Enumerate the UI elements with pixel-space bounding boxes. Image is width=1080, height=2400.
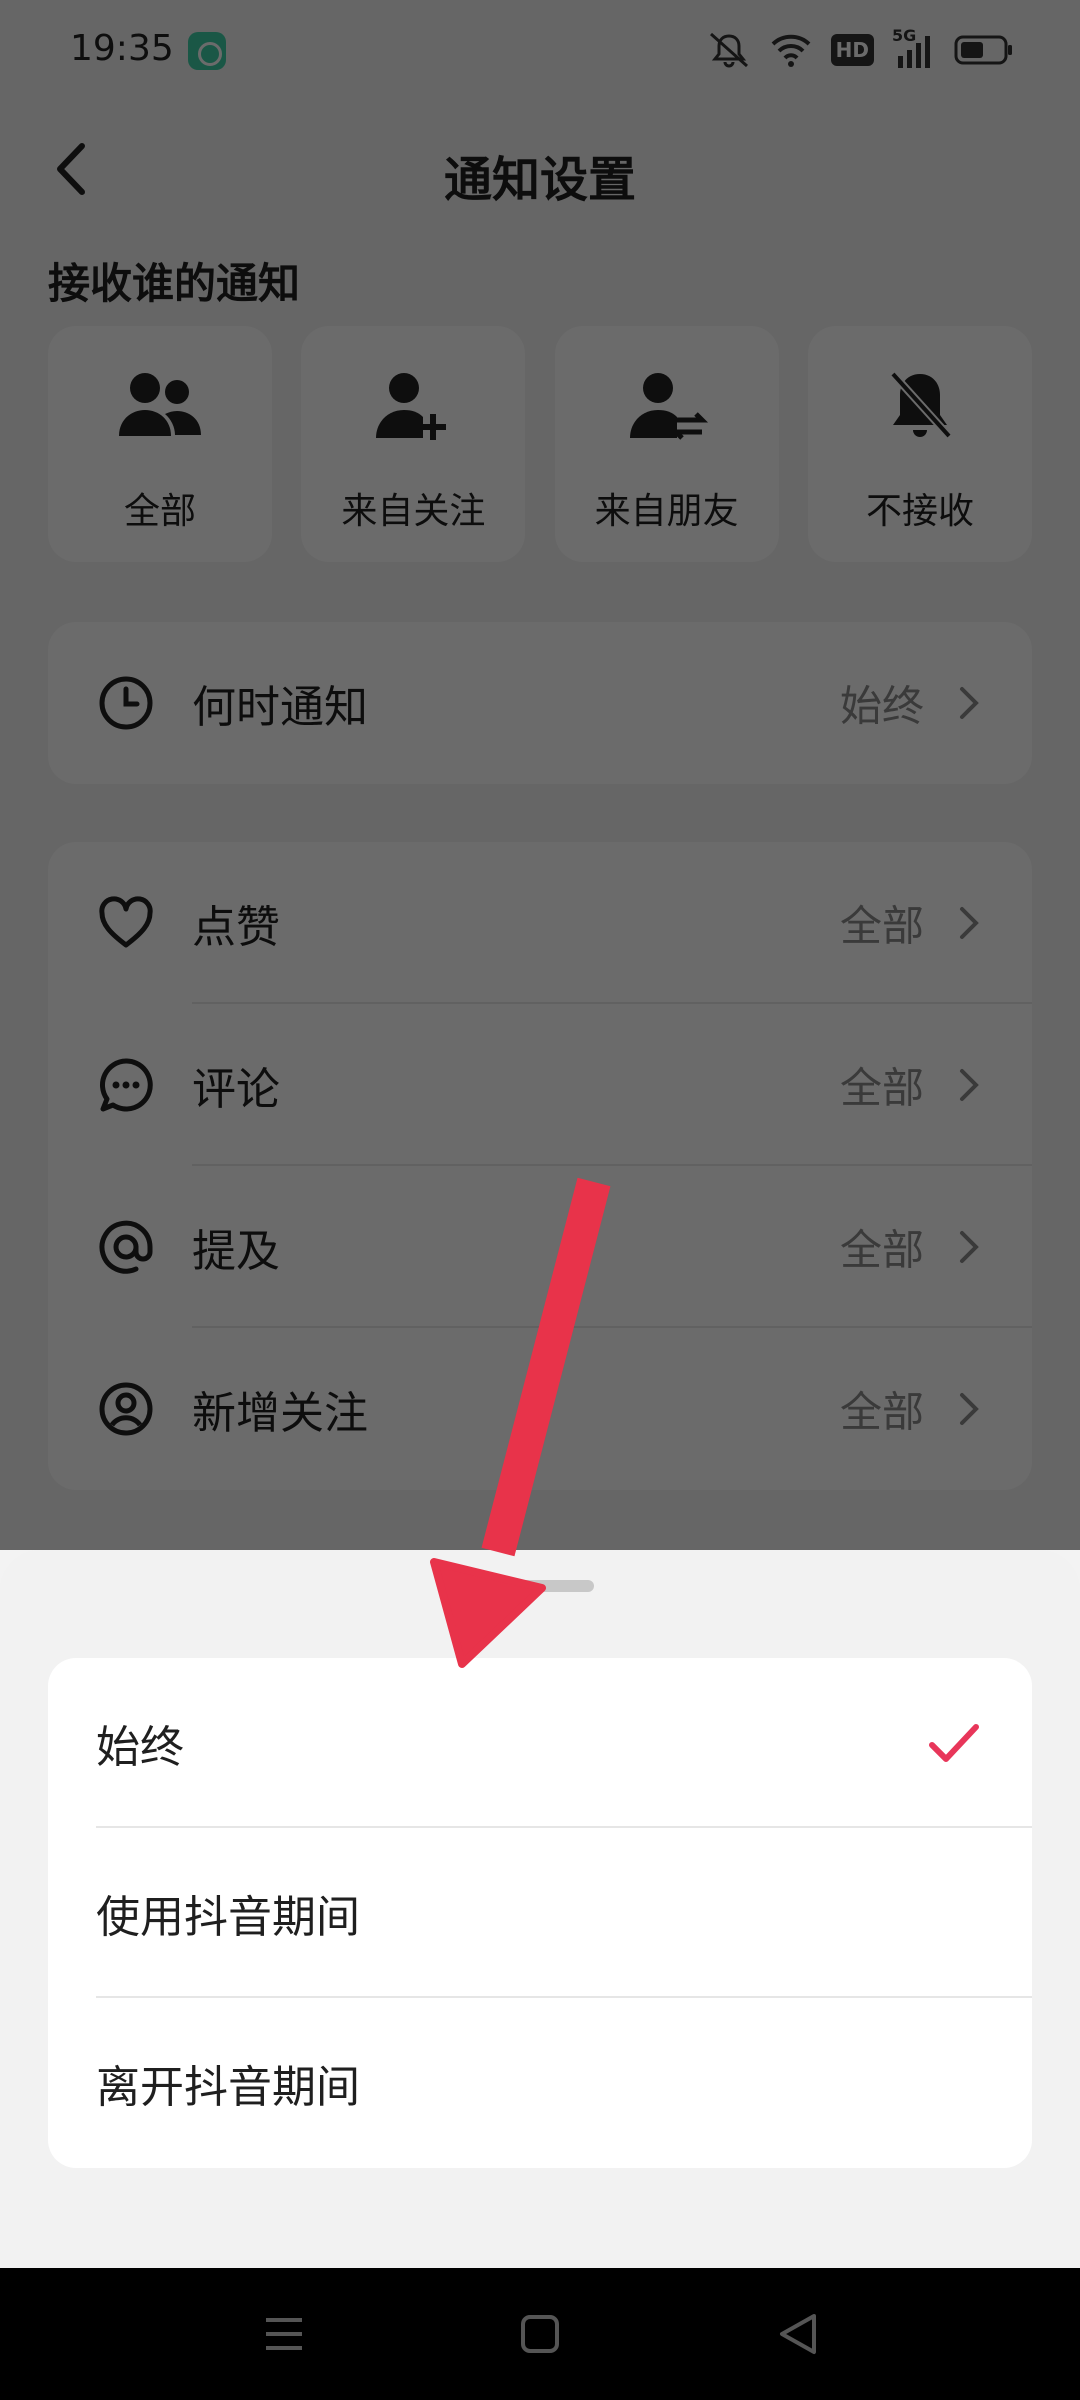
- header: 通知设置: [0, 120, 1080, 220]
- chevron-right-icon: [960, 1393, 979, 1425]
- option-while-away[interactable]: 离开抖音期间: [48, 1998, 1032, 2168]
- heart-icon: [99, 896, 153, 948]
- category-label: 提及: [192, 1226, 280, 1277]
- comment-icon: [100, 1058, 153, 1112]
- option-label: 离开抖音期间: [96, 2062, 360, 2113]
- receive-from-options: 全部 来自关注 来自朋友 不接收: [48, 326, 1032, 562]
- categories-panel: 点赞 全部 评论 全部 提及 全部 新增关注 全部: [48, 842, 1032, 1490]
- category-value: 全部: [839, 1387, 924, 1437]
- category-value: 全部: [839, 901, 924, 951]
- option-while-using[interactable]: 使用抖音期间: [48, 1828, 1032, 1998]
- sheet-drag-handle[interactable]: [506, 1580, 594, 1592]
- mute-icon: [707, 30, 751, 70]
- receive-option-label: 全部: [123, 491, 196, 532]
- when-notify-panel: 何时通知 始终: [48, 622, 1032, 784]
- user-add-icon: [301, 366, 525, 454]
- new-followers-row[interactable]: 新增关注 全部: [48, 1328, 1032, 1490]
- receive-option-label: 来自朋友: [594, 491, 739, 532]
- likes-row[interactable]: 点赞 全部: [48, 842, 1032, 1004]
- menu-icon[interactable]: [262, 2312, 306, 2356]
- receive-option-all[interactable]: 全部: [48, 326, 272, 562]
- status-bar: 19:35 HD 5G: [0, 0, 1080, 100]
- option-always[interactable]: 始终: [48, 1658, 1032, 1828]
- when-notify-value: 始终: [839, 681, 924, 731]
- when-notify-label: 何时通知: [192, 682, 368, 733]
- receive-option-label: 来自关注: [341, 491, 486, 532]
- category-label: 点赞: [192, 902, 280, 953]
- when-notify-row[interactable]: 何时通知 始终: [48, 622, 1032, 784]
- receive-from-label: 接收谁的通知: [48, 259, 301, 308]
- comments-row[interactable]: 评论 全部: [48, 1004, 1032, 1166]
- 5g-signal-icon: 5G: [892, 26, 936, 70]
- hd-icon: HD: [830, 34, 874, 66]
- chevron-right-icon: [960, 907, 979, 939]
- category-label: 评论: [192, 1064, 280, 1115]
- home-icon[interactable]: [518, 2312, 562, 2356]
- back-nav-icon[interactable]: [776, 2312, 820, 2356]
- users-icon: [48, 366, 272, 454]
- receive-option-following[interactable]: 来自关注: [301, 326, 526, 562]
- chevron-right-icon: [960, 1231, 979, 1263]
- battery-icon: [954, 34, 1014, 66]
- status-time: 19:35: [70, 28, 174, 69]
- page-title: 通知设置: [443, 152, 636, 208]
- at-icon: [99, 1220, 153, 1274]
- category-value: 全部: [839, 1063, 924, 1113]
- when-notify-sheet: 始终 使用抖音期间 离开抖音期间: [0, 1550, 1080, 2268]
- mentions-row[interactable]: 提及 全部: [48, 1166, 1032, 1328]
- status-icons: HD 5G: [707, 26, 1014, 70]
- user-exchange-icon: [555, 366, 779, 454]
- clock-icon: [99, 676, 153, 730]
- system-navigation-bar: [0, 2268, 1080, 2400]
- checkmark-icon: [929, 1724, 979, 1762]
- option-label: 始终: [96, 1722, 184, 1773]
- bell-off-icon: [808, 366, 1032, 454]
- when-notify-options: 始终 使用抖音期间 离开抖音期间: [48, 1658, 1032, 2168]
- chevron-right-icon: [960, 687, 979, 719]
- receive-option-label: 不接收: [865, 491, 974, 532]
- wifi-icon: [769, 32, 813, 68]
- receive-option-friends[interactable]: 来自朋友: [554, 326, 779, 562]
- category-value: 全部: [839, 1225, 924, 1275]
- category-label: 新增关注: [192, 1388, 368, 1439]
- receive-option-none[interactable]: 不接收: [807, 326, 1032, 562]
- app-notification-icon: [188, 32, 226, 70]
- user-circle-icon: [99, 1382, 153, 1436]
- chevron-right-icon: [960, 1069, 979, 1101]
- option-label: 使用抖音期间: [96, 1892, 360, 1943]
